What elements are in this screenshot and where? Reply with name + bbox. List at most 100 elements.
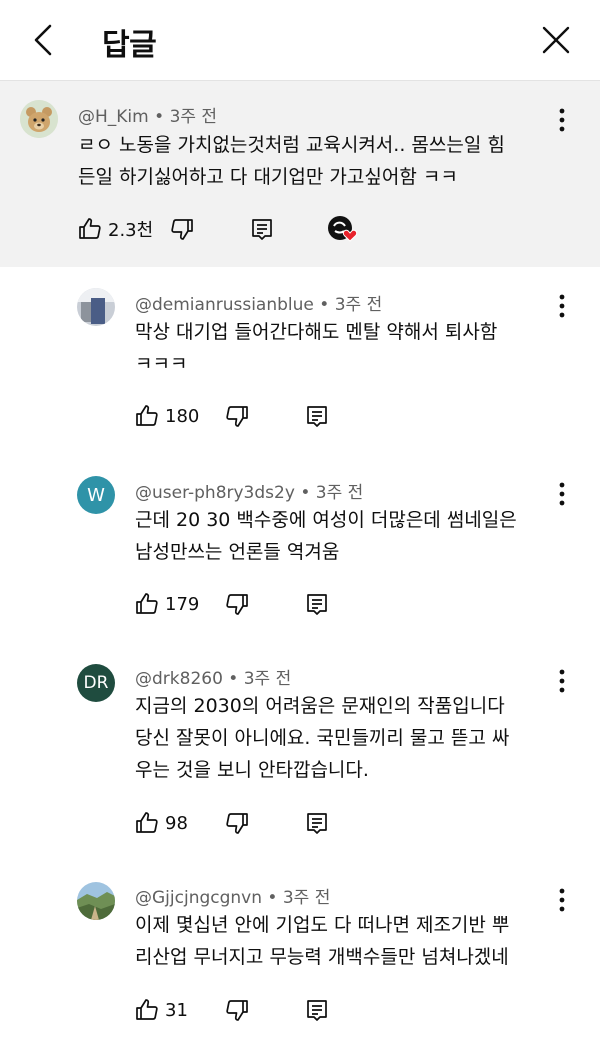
comment-icon [307,406,327,427]
comment-meta: @H_Kim • 3주 전 [78,102,217,127]
more-vertical-icon [559,482,565,506]
avatar[interactable] [20,100,58,138]
comment-line: ㅋㅋㅋ [135,353,188,375]
thumbs-up-icon [79,218,101,239]
comment-icon [307,594,327,615]
comment-line: 우는 것을 보니 안타깝습니다. [135,759,369,781]
like-button[interactable]: 179 [135,589,199,619]
comment-author[interactable]: @user-ph8ry3ds2y [135,483,295,503]
parent-comment: @H_Kim • 3주 전 ㄹㅇ 노동을 가치없는것처럼 교육시켜서.. 몸쓰는… [0,81,600,267]
avatar-initials: DR [83,673,109,693]
more-vertical-icon [559,888,565,912]
thumbs-up-icon [136,812,158,833]
dislike-button[interactable] [225,808,249,838]
comment-time: 3주 전 [282,888,331,908]
comment-actions: 2.3천 [78,214,378,244]
comment-line: 근데 20 30 백수중에 여성이 더많은데 썸네일은 [135,509,517,531]
avatar[interactable] [77,288,115,326]
reply-comment: @Gjjcjngcgnvn • 3주 전 이제 몇십년 안에 기업도 다 떠나면… [0,864,600,1044]
reply-button[interactable] [305,995,329,1025]
comment-time: 3주 전 [315,483,364,503]
like-count: 2.3천 [108,220,154,241]
comment-icon [307,813,327,834]
comment-actions: 31 [135,995,355,1025]
comment-author[interactable]: @drk8260 [135,669,223,689]
comment-author[interactable]: @demianrussianblue [135,295,314,315]
comment-line: 지금의 2030의 어려움은 문재인의 작품입니다 [135,695,505,717]
thumbs-down-icon [171,219,193,240]
comment-text: 이제 몇십년 안에 기업도 다 떠나면 제조기반 뿌 리산업 무너지고 무능력 … [135,909,509,973]
more-options-button[interactable] [550,105,574,135]
comment-line: ㄹㅇ 노동을 가치없는것처럼 교육시켜서.. 몸쓰는일 힘 [78,134,505,156]
comment-line: 든일 하기싫어하고 다 대기업만 가고싶어함 ㅋㅋ [78,166,458,188]
separator-dot: • [300,483,316,503]
comment-text: 근데 20 30 백수중에 여성이 더많은데 썸네일은 남성만쓰는 언론들 역겨… [135,504,517,568]
reply-button[interactable] [305,401,329,431]
close-button[interactable] [534,18,578,62]
dislike-button[interactable] [170,214,194,244]
avatar[interactable]: DR [77,664,115,702]
dislike-button[interactable] [225,401,249,431]
like-button[interactable]: 2.3천 [78,214,153,244]
thumbs-down-icon [226,406,248,427]
photo-avatar-icon [77,288,115,326]
like-count: 31 [165,999,188,1021]
creator-heart [326,214,360,244]
comment-line: 이제 몇십년 안에 기업도 다 떠나면 제조기반 뿌 [135,914,510,936]
comment-actions: 180 [135,401,355,431]
more-options-button[interactable] [550,666,574,696]
like-count: 179 [165,593,200,615]
comment-text: ㄹㅇ 노동을 가치없는것처럼 교육시켜서.. 몸쓰는일 힘 든일 하기싫어하고 … [78,129,505,193]
separator-dot: • [267,888,283,908]
dislike-button[interactable] [225,589,249,619]
avatar-initials: W [87,484,105,506]
more-vertical-icon [559,669,565,693]
comment-time: 3주 전 [243,669,292,689]
comment-icon [307,1000,327,1021]
comment-line: 당신 잘못이 아니에요. 국민들끼리 물고 뜯고 싸 [135,727,510,749]
comment-line: 리산업 무너지고 무능력 개백수들만 넘쳐나겠네 [135,946,509,968]
thumbs-up-icon [136,405,158,426]
comment-icon [252,219,272,240]
like-button[interactable]: 31 [135,995,188,1025]
more-vertical-icon [559,294,565,318]
comment-text: 지금의 2030의 어려움은 문재인의 작품입니다 당신 잘못이 아니에요. 국… [135,690,509,786]
reply-comment: @demianrussianblue • 3주 전 막상 대기업 들어간다해도 … [0,268,600,456]
chevron-left-icon [34,24,52,56]
more-vertical-icon [559,108,565,132]
avatar[interactable]: W [77,476,115,514]
thumbs-up-icon [136,999,158,1020]
comment-author[interactable]: @Gjjcjngcgnvn [135,888,262,908]
reply-button[interactable] [305,808,329,838]
comment-time: 3주 전 [334,295,383,315]
separator-dot: • [319,295,335,315]
comment-text: 막상 대기업 들어간다해도 멘탈 약해서 퇴사함 ㅋㅋㅋ [135,316,497,380]
dislike-button[interactable] [225,995,249,1025]
creator-heart-icon [328,216,358,242]
page-title: 답글 [102,28,157,63]
comment-line: 남성만쓰는 언론들 역겨움 [135,541,340,563]
back-button[interactable] [22,18,66,62]
comment-author[interactable]: @H_Kim [78,107,149,127]
thumbs-down-icon [226,813,248,834]
landscape-avatar-icon [77,882,115,920]
like-count: 180 [165,405,200,427]
thumbs-down-icon [226,594,248,615]
more-options-button[interactable] [550,291,574,321]
comment-actions: 98 [135,808,355,838]
comment-meta: @user-ph8ry3ds2y • 3주 전 [135,478,363,503]
comment-actions: 179 [135,589,355,619]
thumbs-up-icon [136,593,158,614]
like-button[interactable]: 98 [135,808,188,838]
reply-button[interactable] [250,214,274,244]
thumbs-down-icon [226,1000,248,1021]
reply-button[interactable] [305,589,329,619]
comment-time: 3주 전 [169,107,218,127]
more-options-button[interactable] [550,479,574,509]
reply-comment: DR @drk8260 • 3주 전 지금의 2030의 어려움은 문재인의 작… [0,644,600,864]
like-button[interactable]: 180 [135,401,199,431]
header: 답글 [0,0,600,81]
more-options-button[interactable] [550,885,574,915]
avatar[interactable] [77,882,115,920]
separator-dot: • [154,107,170,127]
